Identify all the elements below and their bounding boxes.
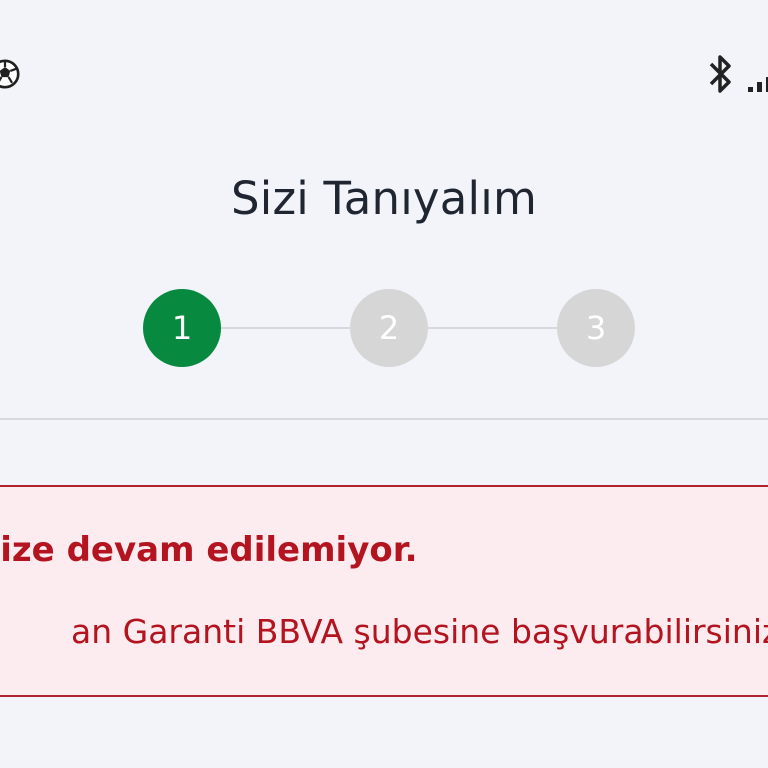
screen: Sizi Tanıyalım 1 2 3 size devam edilemiy… — [0, 0, 768, 768]
status-bar-right — [688, 52, 768, 98]
progress-stepper: 1 2 3 — [0, 288, 768, 368]
error-alert-message: an Garanti BBVA şubesine başvurabilirsin… — [71, 612, 768, 651]
step-3: 3 — [557, 289, 635, 367]
step-1: 1 — [143, 289, 221, 367]
section-divider — [0, 418, 768, 420]
stepper-connector — [427, 327, 557, 329]
error-alert — [0, 485, 768, 697]
stepper-connector — [220, 327, 350, 329]
signal-icon — [748, 77, 768, 92]
page-title: Sizi Tanıyalım — [231, 172, 537, 225]
step-2: 2 — [350, 289, 428, 367]
bluetooth-icon — [709, 55, 731, 93]
soccer-ball-icon — [0, 59, 20, 89]
error-alert-title: size devam edilemiyor. — [0, 530, 418, 570]
